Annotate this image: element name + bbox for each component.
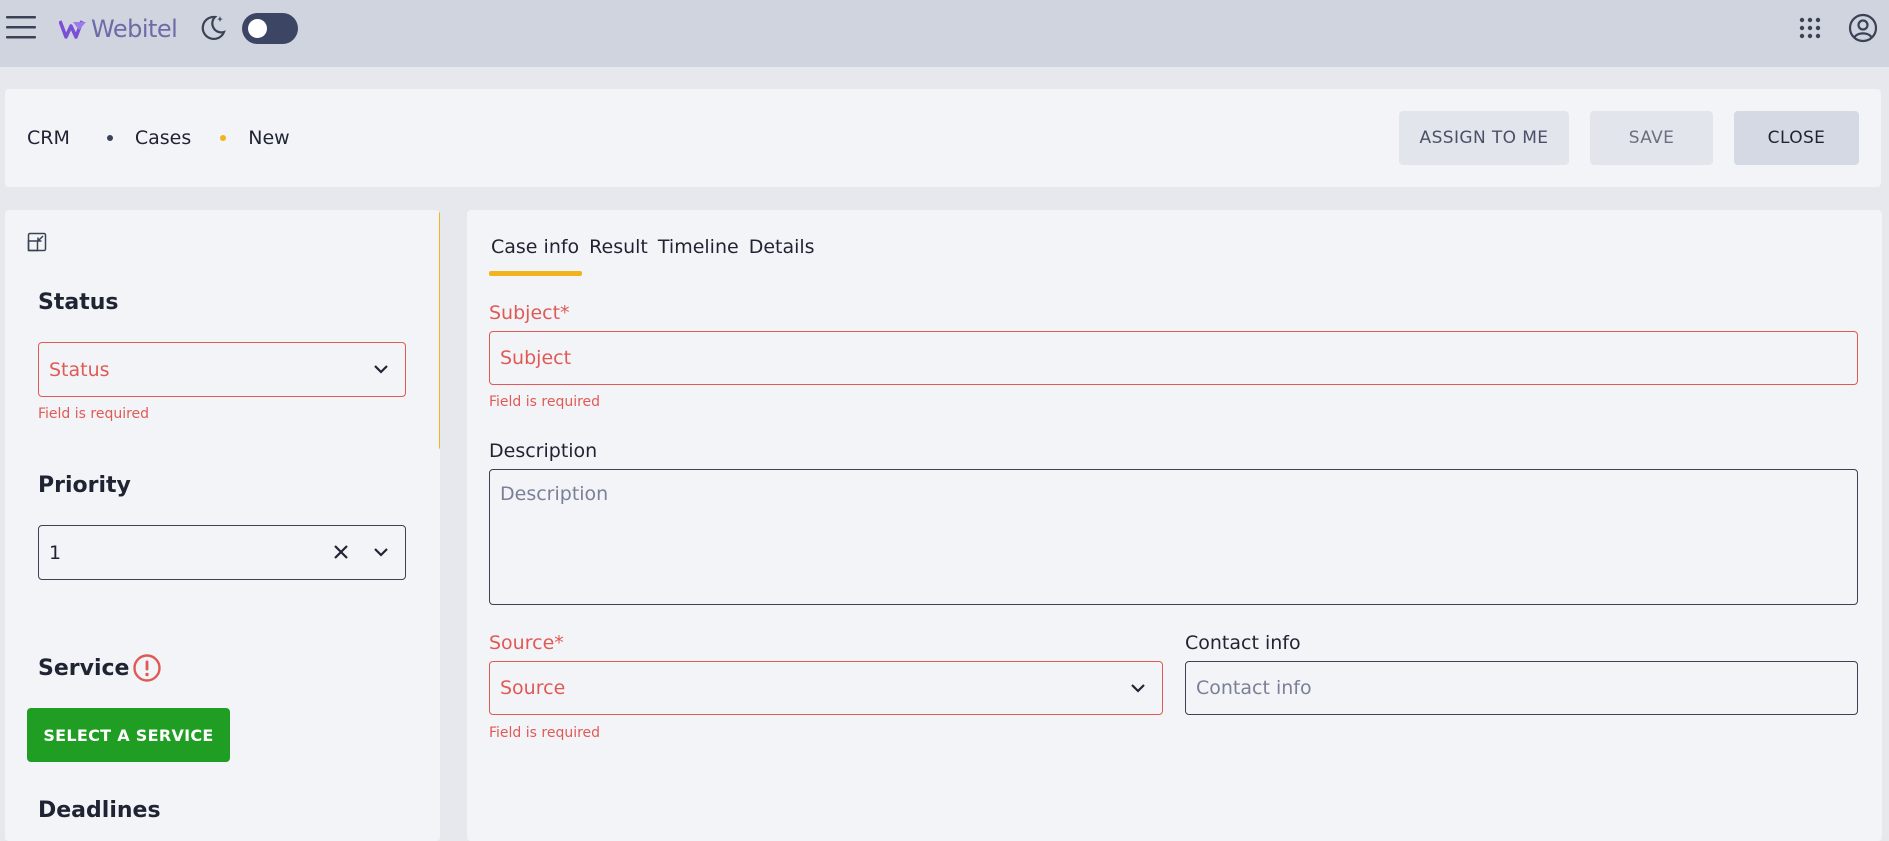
contact-info-input[interactable]: Contact info <box>1185 661 1858 715</box>
active-tab-indicator <box>489 271 582 276</box>
subject-input[interactable]: Subject <box>489 331 1858 385</box>
dark-mode-moon-icon <box>201 15 226 41</box>
page-header: CRM Cases New ASSIGN TO ME SAVE CLOSE <box>5 89 1881 187</box>
collapse-panel-icon[interactable] <box>27 232 47 252</box>
description-placeholder: Description <box>500 483 609 505</box>
case-sidebar: Status Status Field is required Priority… <box>5 210 440 841</box>
tab-timeline[interactable]: Timeline <box>658 236 739 258</box>
status-title: Status <box>38 290 119 315</box>
tab-bar: Case info Result Timeline Details <box>491 236 825 258</box>
apps-grid-icon[interactable] <box>1799 17 1821 39</box>
description-label: Description <box>489 440 598 462</box>
description-textarea[interactable]: Description <box>489 469 1858 605</box>
user-account-icon[interactable] <box>1848 13 1878 43</box>
status-select[interactable]: Status <box>38 342 406 397</box>
priority-value: 1 <box>49 541 62 564</box>
tab-details[interactable]: Details <box>749 236 815 258</box>
case-main-panel: Case info Result Timeline Details Subjec… <box>467 210 1882 841</box>
source-placeholder: Source <box>500 677 566 699</box>
sidebar-scrollbar[interactable] <box>439 210 440 450</box>
select-service-button[interactable]: SELECT A SERVICE <box>27 708 230 762</box>
source-select[interactable]: Source <box>489 661 1163 715</box>
status-placeholder: Status <box>49 358 110 381</box>
tab-case-info[interactable]: Case info <box>491 236 579 258</box>
breadcrumb-separator <box>220 135 227 141</box>
assign-to-me-button[interactable]: ASSIGN TO ME <box>1399 111 1569 165</box>
logo-text: Webitel <box>91 15 178 43</box>
top-bar: Webitel <box>0 0 1889 67</box>
warning-icon <box>133 654 161 682</box>
deadlines-title: Deadlines <box>38 798 161 823</box>
priority-title: Priority <box>38 473 131 498</box>
contact-info-placeholder: Contact info <box>1196 677 1312 699</box>
tab-result[interactable]: Result <box>589 236 648 258</box>
contact-info-label: Contact info <box>1185 632 1301 654</box>
logo[interactable]: Webitel <box>59 15 178 43</box>
breadcrumb-cases[interactable]: Cases <box>135 127 191 149</box>
theme-toggle[interactable] <box>242 13 298 44</box>
breadcrumb-new: New <box>248 127 290 149</box>
toggle-knob <box>248 19 267 38</box>
breadcrumb: CRM Cases New <box>27 127 290 149</box>
subject-placeholder: Subject <box>500 347 572 369</box>
webitel-logo-icon <box>59 20 86 39</box>
breadcrumb-crm[interactable]: CRM <box>27 127 70 149</box>
chevron-down-icon[interactable] <box>371 359 391 379</box>
clear-icon[interactable] <box>332 543 350 561</box>
service-title: Service <box>38 656 130 681</box>
priority-select[interactable]: 1 <box>38 525 406 580</box>
subject-error: Field is required <box>489 394 601 410</box>
close-button[interactable]: CLOSE <box>1734 111 1859 165</box>
source-error: Field is required <box>489 725 601 741</box>
source-label: Source* <box>489 632 564 654</box>
subject-label: Subject* <box>489 302 570 324</box>
chevron-down-icon[interactable] <box>371 542 391 562</box>
status-error: Field is required <box>38 406 150 422</box>
breadcrumb-separator <box>106 135 113 141</box>
chevron-down-icon[interactable] <box>1128 678 1148 698</box>
save-button[interactable]: SAVE <box>1590 111 1713 165</box>
hamburger-menu-icon[interactable] <box>6 14 36 40</box>
